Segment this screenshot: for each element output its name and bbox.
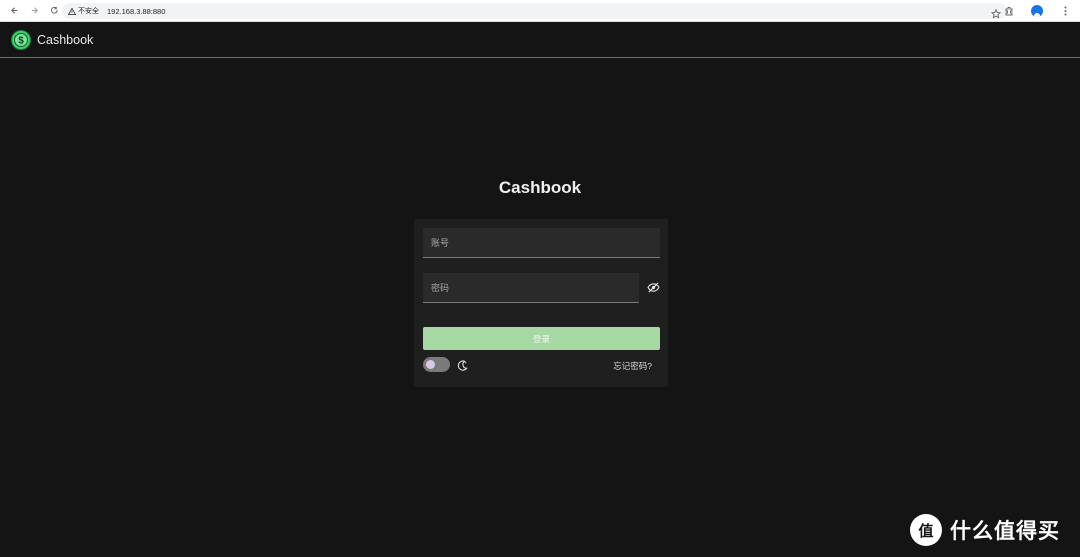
logo-glyph: $ [18,35,24,46]
back-icon[interactable] [6,3,22,19]
login-title: Cashbook [498,178,582,197]
watermark-logo: 值 [910,514,942,546]
theme-toggle[interactable] [423,357,450,372]
moon-icon [456,359,468,371]
login-card: 登录 忘记密码? [414,219,668,387]
eye-off-icon[interactable] [646,280,661,295]
extensions-icon[interactable] [1002,4,1016,18]
forward-icon[interactable] [26,3,42,19]
brand-name[interactable]: Cashbook [37,33,93,47]
security-indicator[interactable]: 不安全 [68,6,99,16]
url-text: 192.168.3.88:880 [107,6,166,16]
toggle-knob [426,360,435,369]
address-bar[interactable]: 不安全 192.168.3.88:880 [62,3,1007,19]
app-header: $ Cashbook [0,22,1080,58]
cashbook-logo[interactable]: $ [11,29,31,50]
browser-toolbar: 不安全 192.168.3.88:880 [0,0,1080,22]
warning-icon [68,7,76,15]
security-label: 不安全 [78,8,99,15]
watermark-text: 什么值得买 [950,520,1060,543]
username-input[interactable] [423,228,660,258]
menu-kebab-icon[interactable] [1058,4,1072,18]
profile-icon[interactable] [1030,4,1044,18]
bookmark-star-icon[interactable] [990,6,1002,19]
watermark: 值 什么值得买 [910,514,1060,546]
login-button[interactable]: 登录 [423,327,660,350]
forgot-password-link[interactable]: 忘记密码? [613,360,652,372]
reload-icon[interactable] [46,3,62,19]
password-input[interactable] [423,273,639,303]
